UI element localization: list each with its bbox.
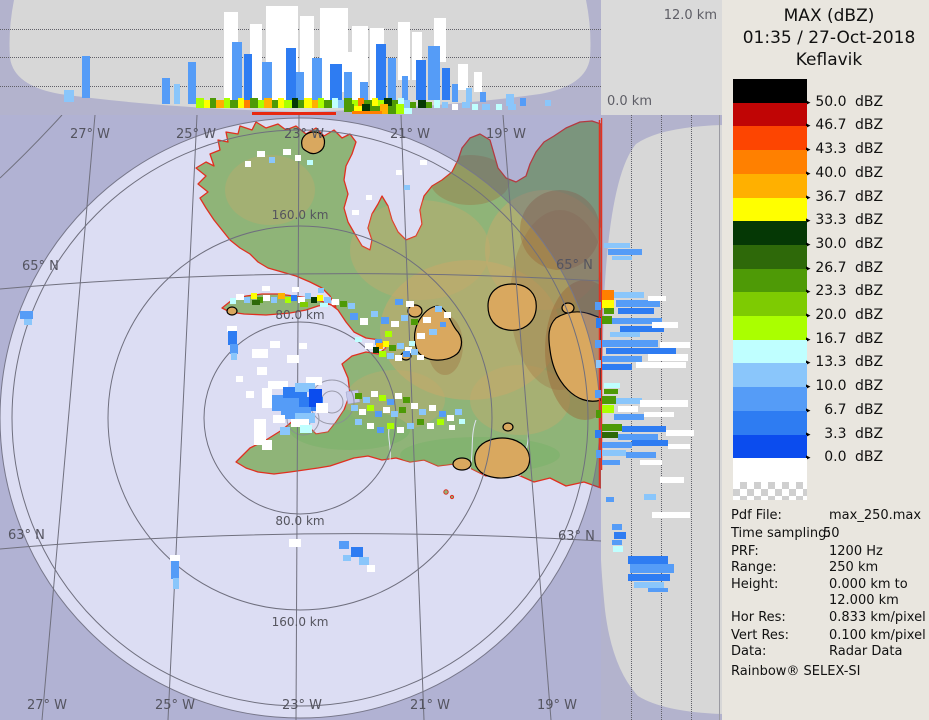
legend-color-swatch xyxy=(733,410,807,436)
legend-value-label: ▸ 3.3 dBZ xyxy=(806,425,884,442)
metadata-value: Radar Data xyxy=(829,644,903,659)
metadata-value: 0.833 km/pixel xyxy=(829,610,926,625)
legend-color-swatch xyxy=(733,197,807,222)
map-svg xyxy=(0,115,601,720)
legend-value-label: ▸ 50.0 dBZ xyxy=(806,93,884,110)
radar-application-window: 12.0 km 0.0 km 27° W 25° W 23° W 21° W 1… xyxy=(0,0,929,720)
legend-value-label: ▸ 40.0 dBZ xyxy=(806,164,884,181)
metadata-row: Pdf File: max_250.max xyxy=(731,508,927,525)
legend-color-swatch xyxy=(733,292,807,317)
legend-color-swatch xyxy=(733,387,807,412)
legend-value-label: ▸ 36.7 dBZ xyxy=(806,188,884,205)
legend-value-label: ▸ 23.3 dBZ xyxy=(806,283,884,300)
vertical-projection-top-panel xyxy=(0,0,601,115)
legend-value-label: ▸ 0.0 dBZ xyxy=(806,449,884,466)
legend-color-swatch xyxy=(733,434,807,459)
legend-value-label: ▸ 6.7 dBZ xyxy=(806,401,884,418)
right-panel-background xyxy=(601,115,722,720)
software-name: Rainbow® SELEX-SI xyxy=(731,664,861,679)
metadata-label: Pdf File: xyxy=(731,508,782,523)
legend-color-swatch xyxy=(733,102,807,127)
metadata-row: 12.000 km xyxy=(731,593,927,610)
legend-color-swatch xyxy=(733,363,807,388)
metadata-label: Range: xyxy=(731,560,777,575)
vertical-projection-right-panel xyxy=(601,115,722,720)
top-panel-background xyxy=(0,0,601,115)
legend-value-label: ▸ 16.7 dBZ xyxy=(806,330,884,347)
legend-sidebar: MAX (dBZ) 01:35 / 27-Oct-2018 Keflavik ▸… xyxy=(722,0,929,720)
legend-color-swatch xyxy=(733,79,807,104)
radar-map-panel: Icelandic Met Office xyxy=(0,115,601,720)
legend-value-label: ▸ 43.3 dBZ xyxy=(806,141,884,158)
metadata-label: Height: xyxy=(731,577,779,592)
top-panel-outside-range-left xyxy=(0,0,300,115)
legend-below-threshold-swatch xyxy=(733,458,807,482)
metadata-value: 0.000 km to xyxy=(829,577,908,592)
right-panel-outside-range-top xyxy=(601,115,722,430)
product-title: MAX (dBZ) xyxy=(783,6,875,26)
metadata-value: 1200 Hz xyxy=(829,544,883,559)
metadata-label: Vert Res: xyxy=(731,628,790,643)
product-timestamp: 01:35 / 27-Oct-2018 xyxy=(742,28,916,48)
right-panel-outside-range-bottom xyxy=(601,560,722,720)
metadata-label: Time sampling: xyxy=(731,526,831,541)
legend-color-swatch xyxy=(733,316,807,341)
metadata-value: 0.100 km/pixel xyxy=(829,628,926,643)
metadata-label: Hor Res: xyxy=(731,610,786,625)
metadata-row: Vert Res: 0.100 km/pixel xyxy=(731,628,927,645)
legend-value-label: ▸ 13.3 dBZ xyxy=(806,354,884,371)
legend-value-label: ▸ 30.0 dBZ xyxy=(806,235,884,252)
metadata-value: max_250.max xyxy=(829,508,922,523)
metadata-label: PRF: xyxy=(731,544,759,559)
metadata-row: Height: 0.000 km to xyxy=(731,577,927,594)
top-panel-outside-range-right xyxy=(300,0,601,115)
metadata-row: PRF: 1200 Hz xyxy=(731,544,927,561)
metadata-label: Data: xyxy=(731,644,767,659)
legend-value-label: ▸ 20.0 dBZ xyxy=(806,307,884,323)
metadata-row: Range: 250 km xyxy=(731,560,927,577)
radar-station-name: Keflavik xyxy=(795,50,863,70)
legend-color-swatch xyxy=(733,221,807,246)
legend-transparent-swatch xyxy=(733,482,807,500)
legend-color-swatch xyxy=(733,339,807,364)
legend-value-label: ▸ 10.0 dBZ xyxy=(806,378,884,395)
legend-color-swatch xyxy=(733,268,807,293)
metadata-value: 50 xyxy=(823,526,840,541)
metadata-row: Data: Radar Data xyxy=(731,644,927,661)
metadata-value: 12.000 km xyxy=(829,593,899,608)
legend-color-swatch xyxy=(733,150,807,175)
legend-value-label: ▸ 46.7 dBZ xyxy=(806,117,884,134)
height-axis-max-label: 12.0 km xyxy=(663,8,717,23)
height-axis-corner-box: 12.0 km 0.0 km xyxy=(601,0,722,115)
metadata-row: Hor Res: 0.833 km/pixel xyxy=(731,610,927,627)
legend-color-swatch xyxy=(733,173,807,199)
metadata-row: Time sampling: 50 xyxy=(731,526,927,543)
legend-value-label: ▸ 33.3 dBZ xyxy=(806,212,884,229)
legend-value-label: ▸ 26.7 dBZ xyxy=(806,259,884,276)
height-axis-min-label: 0.0 km xyxy=(607,94,652,109)
metadata-value: 250 km xyxy=(829,560,879,575)
legend-color-swatch xyxy=(733,244,807,270)
legend-color-swatch xyxy=(733,126,807,151)
